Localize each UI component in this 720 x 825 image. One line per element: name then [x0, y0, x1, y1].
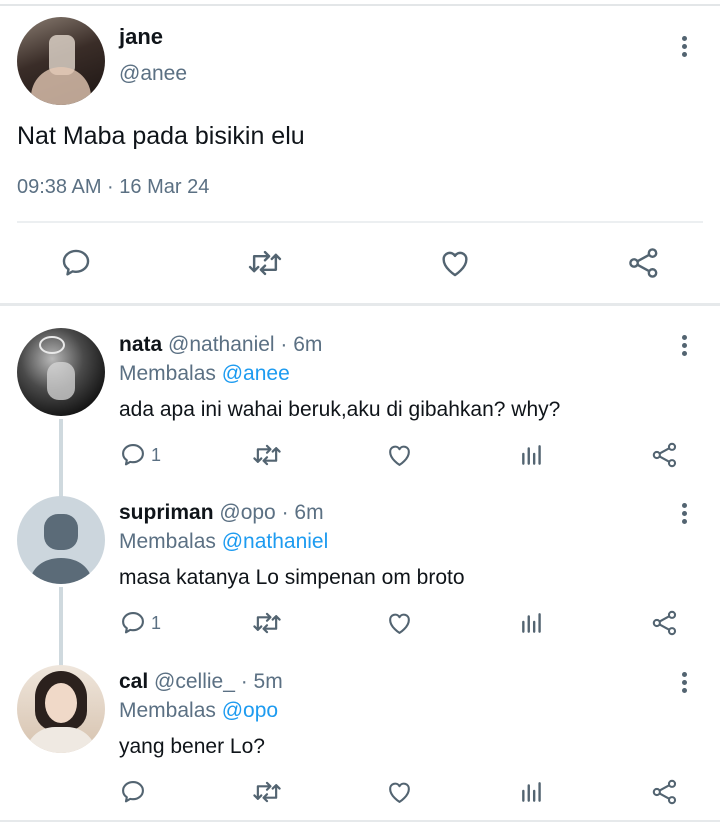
- replying-to-label: Membalas: [119, 362, 216, 385]
- analytics-button[interactable]: [519, 778, 545, 806]
- replying-to-label: Membalas: [119, 699, 216, 722]
- reply-handle-time[interactable]: @opo · 6m: [219, 501, 323, 524]
- retweet-button[interactable]: [246, 246, 284, 280]
- retweet-icon: [253, 781, 281, 803]
- share-button[interactable]: [626, 246, 662, 280]
- author-name[interactable]: jane: [119, 24, 163, 50]
- retweet-icon: [253, 444, 281, 466]
- share-icon: [652, 610, 677, 636]
- replying-to-label: Membalas: [119, 530, 216, 553]
- thread-line: [59, 419, 63, 498]
- replying-to-handle[interactable]: @opo: [222, 699, 278, 722]
- retweet-icon: [253, 612, 281, 634]
- default-avatar-icon: [29, 514, 93, 584]
- more-icon[interactable]: [674, 34, 694, 60]
- comment-button[interactable]: [119, 441, 147, 469]
- like-button[interactable]: [385, 441, 414, 469]
- avatar-jane[interactable]: [17, 17, 105, 105]
- like-icon: [389, 613, 410, 634]
- avatar-cal[interactable]: [17, 665, 105, 753]
- analytics-icon: [522, 445, 541, 465]
- avatar-nata[interactable]: [17, 328, 105, 416]
- more-icon[interactable]: [674, 501, 694, 527]
- thread-line: [59, 587, 63, 666]
- tweet-timestamp: 09:38 AM · 16 Mar 24: [17, 176, 210, 198]
- replying-to-handle[interactable]: @nathaniel: [222, 530, 329, 553]
- share-icon: [652, 442, 677, 468]
- retweet-button[interactable]: [251, 441, 283, 469]
- reply-text: yang bener Lo?: [119, 735, 265, 758]
- reply-text: ada apa ini wahai beruk,aku di gibahkan?…: [119, 398, 561, 421]
- more-icon[interactable]: [674, 670, 694, 696]
- reply-count: 1: [151, 613, 162, 633]
- like-button[interactable]: [437, 246, 473, 280]
- share-button[interactable]: [651, 609, 679, 637]
- like-icon: [442, 251, 468, 277]
- like-icon: [389, 445, 410, 466]
- reply-author-name[interactable]: supriman: [119, 501, 214, 524]
- share-button[interactable]: [651, 441, 679, 469]
- top-divider: [0, 4, 720, 6]
- comment-icon: [122, 781, 144, 803]
- comment-icon: [62, 249, 90, 276]
- like-icon: [389, 782, 410, 803]
- comment-button[interactable]: [59, 246, 93, 280]
- comment-button[interactable]: [119, 609, 147, 637]
- analytics-button[interactable]: [519, 609, 545, 637]
- analytics-button[interactable]: [519, 441, 545, 469]
- retweet-button[interactable]: [251, 609, 283, 637]
- bottom-divider: [0, 820, 720, 822]
- reply-handle-time[interactable]: @cellie_ · 5m: [154, 670, 283, 693]
- tweet-text: Nat Maba pada bisikin elu: [17, 122, 305, 150]
- comment-icon: [122, 612, 144, 634]
- reply-count: 1: [151, 445, 162, 465]
- section-divider: [0, 303, 720, 306]
- comment-icon: [122, 444, 144, 466]
- reply-handle-time[interactable]: @nathaniel · 6m: [168, 333, 322, 356]
- share-button[interactable]: [651, 778, 679, 806]
- comment-button[interactable]: [119, 778, 147, 806]
- retweet-button[interactable]: [251, 778, 283, 806]
- like-button[interactable]: [385, 609, 414, 637]
- more-icon[interactable]: [674, 333, 694, 359]
- reply-author-name[interactable]: cal: [119, 670, 148, 693]
- reply-author-name[interactable]: nata: [119, 333, 162, 356]
- analytics-icon: [522, 782, 541, 802]
- replying-to-handle[interactable]: @anee: [222, 362, 290, 385]
- avatar-supriman[interactable]: [17, 496, 105, 584]
- reply-text: masa katanya Lo simpenan om broto: [119, 566, 465, 589]
- author-handle[interactable]: @anee: [119, 62, 187, 86]
- share-icon: [652, 779, 677, 805]
- analytics-icon: [522, 613, 541, 633]
- share-icon: [629, 248, 658, 278]
- divider: [17, 221, 703, 223]
- retweet-icon: [248, 250, 282, 276]
- like-button[interactable]: [385, 778, 414, 806]
